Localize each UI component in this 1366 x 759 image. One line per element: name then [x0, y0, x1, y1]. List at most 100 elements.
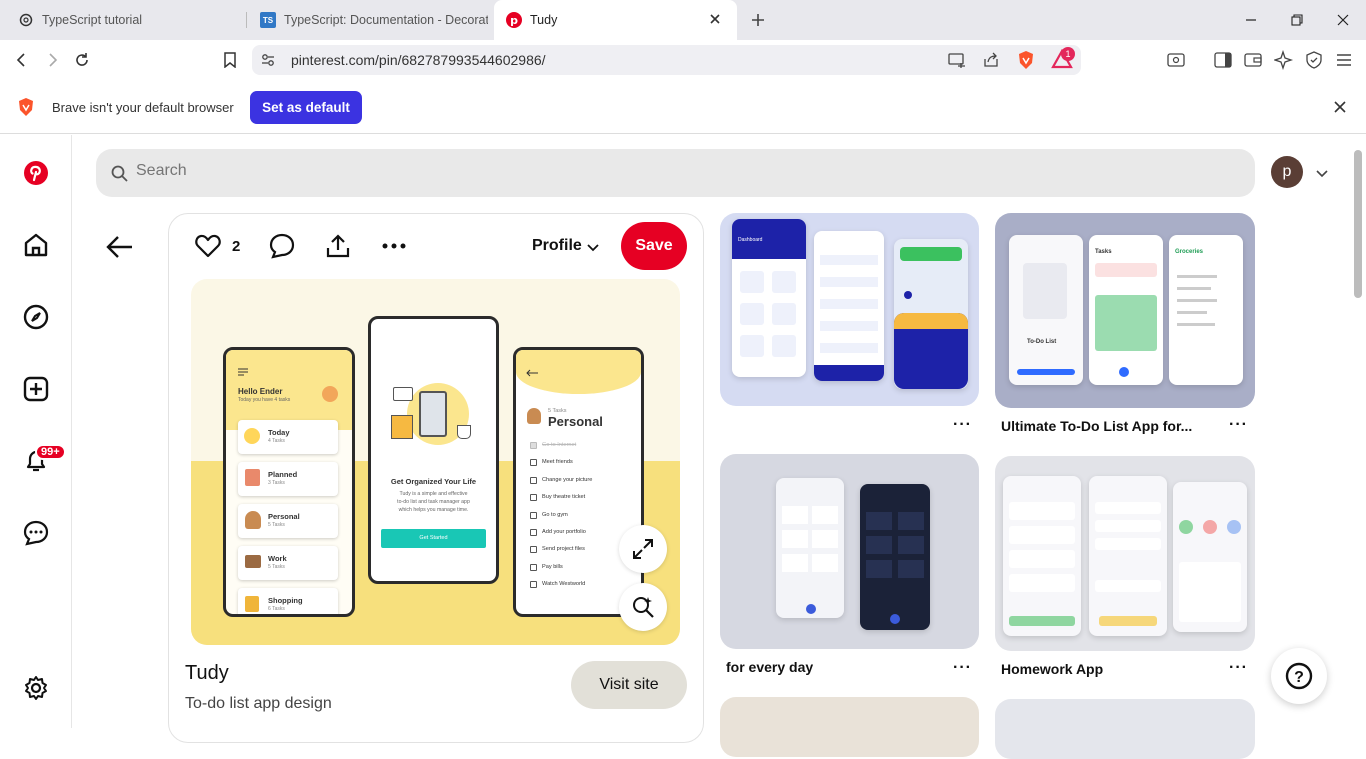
pin-image[interactable]: Hello Ender Today you have 4 tasks Today…	[191, 279, 680, 645]
tab-search-icon[interactable]	[1167, 51, 1185, 74]
mini-list	[1179, 562, 1241, 622]
checkbox-icon	[530, 494, 537, 502]
url-text[interactable]: pinterest.com/pin/682787993544602986/	[291, 52, 546, 68]
brave-shields-icon[interactable]	[1016, 50, 1036, 75]
save-button[interactable]: Save	[621, 222, 687, 270]
site-settings-icon[interactable]	[260, 52, 276, 73]
scrollbar[interactable]	[1354, 150, 1362, 298]
settings-icon[interactable]	[20, 672, 52, 704]
account-chevron-down-icon[interactable]	[1315, 166, 1329, 185]
tab-typescript-tutorial[interactable]: TypeScript tutorial	[8, 0, 244, 40]
close-tab-icon[interactable]	[708, 12, 722, 29]
checkbox-icon	[530, 442, 537, 449]
avatar-letter: p	[1282, 163, 1292, 180]
close-infobar-icon[interactable]	[1333, 100, 1347, 119]
help-button[interactable]: ?	[1271, 648, 1327, 704]
reload-icon[interactable]	[68, 48, 96, 72]
vpn-icon[interactable]	[1305, 51, 1323, 74]
search-input[interactable]	[136, 162, 1036, 180]
bookmark-icon[interactable]	[216, 48, 244, 72]
task-label: Pay bills	[542, 563, 563, 570]
mini-card	[782, 506, 808, 524]
mini-map-pin	[904, 291, 912, 299]
greeting-sub: Today you have 4 tasks	[238, 397, 291, 403]
related-pin-more[interactable]: ···	[953, 659, 972, 677]
mini-row	[820, 277, 878, 287]
person-icon	[527, 408, 541, 424]
pinterest-logo-icon[interactable]	[20, 157, 52, 189]
related-pin-title[interactable]: for every day	[726, 659, 813, 675]
share-pin-icon[interactable]	[324, 232, 352, 260]
mini-phone	[894, 239, 968, 389]
mini-fab	[890, 614, 900, 624]
messages-icon[interactable]	[20, 517, 52, 549]
avatar[interactable]: p	[1271, 156, 1303, 188]
home-icon[interactable]	[20, 229, 52, 261]
related-pin-image[interactable]	[720, 697, 979, 757]
related-pin-image[interactable]: Dashboard	[720, 213, 979, 406]
mockup-phone-home: Hello Ender Today you have 4 tasks Today…	[223, 347, 355, 617]
related-pin-image[interactable]: To-Do List Tasks Groceries	[995, 213, 1255, 408]
related-pin-image[interactable]	[995, 456, 1255, 651]
mini-line	[1177, 275, 1217, 278]
wallet-icon[interactable]	[1244, 51, 1262, 74]
more-options-icon[interactable]	[380, 238, 408, 254]
close-window-icon[interactable]	[1320, 0, 1366, 40]
related-pin-image[interactable]	[995, 699, 1255, 759]
category-card: Today 4 Tasks	[238, 420, 338, 454]
related-pin-more[interactable]: ···	[953, 416, 972, 434]
tab-typescript-docs[interactable]: TS TypeScript: Documentation - Decorat	[252, 0, 488, 40]
related-pin-more[interactable]: ···	[1229, 659, 1248, 677]
mini-card	[1009, 550, 1075, 568]
related-pin-more[interactable]: ···	[1229, 416, 1248, 434]
coffee-cup-illustration-icon	[457, 425, 471, 439]
explore-icon[interactable]	[20, 301, 52, 333]
mini-avatar	[1203, 520, 1217, 534]
back-icon[interactable]	[8, 48, 36, 72]
mini-banner	[900, 247, 962, 261]
restore-icon[interactable]	[1274, 0, 1320, 40]
create-icon[interactable]	[20, 373, 52, 405]
shopping-bag-illustration-icon	[391, 415, 413, 439]
set-as-default-button[interactable]: Set as default	[250, 91, 362, 124]
leo-ai-icon[interactable]	[1272, 49, 1294, 75]
mini-phone: Dashboard	[732, 219, 806, 377]
share-icon[interactable]	[982, 51, 1000, 74]
greeting: Hello Ender	[238, 387, 283, 396]
brave-rewards-icon[interactable]: 1	[1051, 47, 1075, 74]
mini-card	[812, 554, 838, 572]
menu-icon[interactable]	[1335, 51, 1353, 74]
comment-icon[interactable]	[268, 232, 296, 260]
mini-card	[1009, 574, 1075, 592]
expand-icon[interactable]	[619, 525, 667, 573]
related-pin-image[interactable]	[720, 454, 979, 649]
visual-search-icon[interactable]	[619, 583, 667, 631]
tab-bar: TypeScript tutorial TS TypeScript: Docum…	[0, 0, 1366, 40]
help-glyph: ?	[1294, 669, 1304, 686]
sun-icon	[244, 428, 260, 444]
minimize-icon[interactable]	[1228, 0, 1274, 40]
category-name: Planned	[268, 470, 298, 479]
brave-logo-icon	[17, 97, 35, 122]
related-pin-title[interactable]: Homework App	[1001, 661, 1103, 677]
heart-icon[interactable]	[194, 233, 222, 259]
calendar-icon	[245, 469, 260, 486]
mini-phone	[776, 478, 844, 618]
shopping-bag-icon	[245, 596, 259, 612]
forward-icon[interactable]	[38, 48, 66, 72]
new-tab-icon[interactable]	[749, 11, 767, 34]
visit-site-button[interactable]: Visit site	[571, 661, 687, 709]
mini-line	[1177, 323, 1215, 326]
task-label: Go to gym	[542, 511, 568, 518]
mini-line	[1177, 311, 1207, 314]
cast-icon[interactable]	[948, 52, 966, 73]
sidebar-toggle-icon[interactable]	[1214, 51, 1232, 74]
mini-row	[820, 255, 878, 265]
tab-tudy[interactable]: p Tudy	[494, 0, 737, 40]
mini-phone	[814, 231, 884, 381]
related-pin-title[interactable]: Ultimate To-Do List App for...	[1001, 418, 1192, 434]
board-chevron-down-icon[interactable]	[586, 241, 600, 259]
board-dropdown-label[interactable]: Profile	[532, 237, 582, 255]
back-arrow-icon[interactable]	[106, 234, 134, 265]
mini-phone	[1089, 476, 1167, 636]
